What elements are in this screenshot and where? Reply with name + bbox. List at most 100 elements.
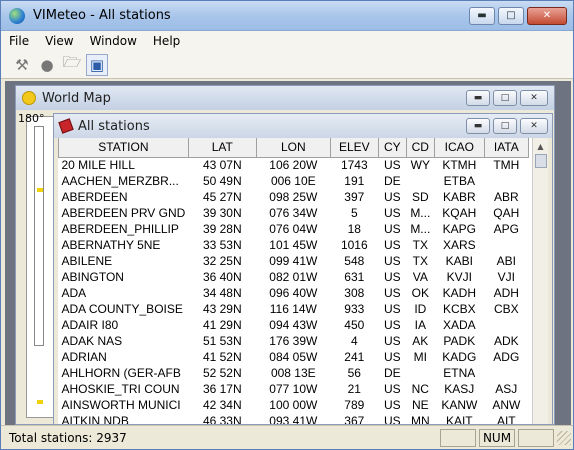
cell-station: ABERDEEN PRV GND bbox=[61, 206, 186, 220]
column-header-lon[interactable]: LON bbox=[255, 138, 331, 158]
cell-cy: US bbox=[383, 270, 401, 284]
table-row[interactable]: AHLHORN (GER-AFB 52 52N 008 13E 56 DE ETNA bbox=[59, 365, 529, 381]
map-search-icon[interactable]: ▣ bbox=[86, 53, 108, 76]
scroll-thumb[interactable] bbox=[535, 154, 547, 168]
column-header-cd[interactable]: CD bbox=[405, 138, 435, 158]
minimize-button[interactable]: ▬ bbox=[469, 6, 495, 25]
cell-lon: 093 41W bbox=[269, 414, 318, 424]
cell-cd: AK bbox=[412, 334, 429, 348]
column-header-icao[interactable]: ICAO bbox=[433, 138, 485, 158]
cell-elev: 4 bbox=[350, 334, 358, 348]
cell-cy: US bbox=[383, 334, 401, 348]
cell-station: ABINGTON bbox=[61, 270, 124, 284]
all-stations-window[interactable]: All stations ▬ □ ✕ STATION LAT LON ELEV CY CD… bbox=[53, 113, 553, 425]
cell-elev: 18 bbox=[347, 222, 361, 236]
table-row[interactable]: ABILENE 32 25N 099 41W 548 US TX KABI ABI bbox=[59, 253, 529, 269]
cell-lon: 100 00W bbox=[269, 398, 318, 412]
sun-icon bbox=[22, 91, 36, 105]
cell-cy: US bbox=[383, 190, 401, 204]
cell-icao: KVJI bbox=[446, 270, 472, 284]
table-row[interactable]: 20 MILE HILL 43 07N 106 20W 1743 US WY KTMH TMH bbox=[59, 157, 529, 173]
column-header-elev[interactable]: ELEV bbox=[329, 138, 379, 158]
cell-cd: TX bbox=[412, 238, 428, 252]
cell-lon: 116 14W bbox=[269, 302, 317, 316]
cell-iata: ADK bbox=[493, 334, 519, 348]
cell-elev: 548 bbox=[344, 254, 365, 268]
column-header-lat[interactable]: LAT bbox=[187, 138, 257, 158]
resize-grip[interactable] bbox=[557, 430, 571, 445]
table-row[interactable]: ABERNATHY 5NE 33 53N 101 45W 1016 US TX XARS bbox=[59, 237, 529, 253]
cell-lat: 36 40N bbox=[202, 270, 242, 284]
cell-station: ADAK NAS bbox=[61, 334, 123, 348]
status-bar: Total stations: 2937 NUM bbox=[1, 425, 573, 449]
scroll-up-icon[interactable]: ▲ bbox=[533, 138, 548, 154]
stations-close-button[interactable]: ✕ bbox=[520, 118, 548, 134]
table-row[interactable]: AITKIN NDB 46 33N 093 41W 367 US MN KAIT AIT bbox=[59, 413, 529, 424]
cell-lat: 45 27N bbox=[202, 190, 242, 204]
table-row[interactable]: ABERDEEN PRV GND 39 30N 076 34W 5 US M... KQAH… bbox=[59, 205, 529, 221]
title-bar: VIMeteo - All stations ▬ □ ✕ bbox=[1, 1, 573, 31]
cell-cd: MN bbox=[410, 414, 430, 424]
menu-window[interactable]: Window bbox=[90, 34, 137, 48]
wrench-icon[interactable]: ⚒ bbox=[11, 54, 33, 76]
stations-maximize-button[interactable]: □ bbox=[493, 118, 517, 134]
cell-cy: US bbox=[383, 222, 401, 236]
cell-cd: VA bbox=[412, 270, 428, 284]
folder-open-icon[interactable]: 🗁 bbox=[61, 53, 83, 76]
table-row[interactable]: ABERDEEN_PHILLIP 39 28N 076 04W 18 US M... KAP… bbox=[59, 221, 529, 237]
cell-lat: 42 34N bbox=[202, 398, 242, 412]
cell-icao: KADG bbox=[442, 350, 477, 364]
table-row[interactable]: ABERDEEN 45 27N 098 25W 397 US SD KABR ABR bbox=[59, 189, 529, 205]
table-row[interactable]: ADA 34 48N 096 40W 308 US OK KADH ADH bbox=[59, 285, 529, 301]
cell-iata: ADH bbox=[493, 286, 519, 300]
world-map-maximize-button[interactable]: □ bbox=[493, 90, 517, 106]
table-row[interactable]: ADA COUNTY_BOISE 43 29N 116 14W 933 US ID KCBX… bbox=[59, 301, 529, 317]
maximize-button[interactable]: □ bbox=[498, 6, 524, 25]
table-row[interactable]: ADAK NAS 51 53N 176 39W 4 US AK PADK ADK bbox=[59, 333, 529, 349]
cell-station: AITKIN NDB bbox=[61, 414, 129, 424]
cell-iata: ADG bbox=[493, 350, 520, 364]
menu-file[interactable]: File bbox=[9, 34, 29, 48]
table-row[interactable]: ABINGTON 36 40N 082 01W 631 US VA KVJI VJI bbox=[59, 269, 529, 285]
world-map-minimize-button[interactable]: ▬ bbox=[466, 90, 490, 106]
cell-elev: 450 bbox=[344, 318, 365, 332]
cell-lon: 077 10W bbox=[269, 382, 318, 396]
cell-iata bbox=[484, 237, 528, 253]
table-row[interactable]: AHOSKIE_TRI COUN 36 17N 077 10W 21 US NC KASJ A… bbox=[59, 381, 529, 397]
world-map-close-button[interactable]: ✕ bbox=[520, 90, 548, 106]
menu-help[interactable]: Help bbox=[153, 34, 180, 48]
bulb-icon[interactable]: ● bbox=[36, 54, 58, 76]
stations-title-bar: All stations ▬ □ ✕ bbox=[54, 114, 552, 138]
cell-elev: 1743 bbox=[340, 158, 368, 173]
cell-station: AHOSKIE_TRI COUN bbox=[61, 382, 180, 396]
cell-lat: 36 17N bbox=[202, 382, 242, 396]
cell-lon: 076 34W bbox=[269, 206, 318, 220]
map-marker bbox=[37, 188, 43, 192]
cell-iata bbox=[484, 173, 528, 189]
cell-cy: US bbox=[383, 158, 401, 173]
stations-minimize-button[interactable]: ▬ bbox=[466, 118, 490, 134]
close-button[interactable]: ✕ bbox=[527, 6, 567, 25]
cell-station: AACHEN_MERZBR... bbox=[61, 174, 179, 188]
table-row[interactable]: ADRIAN 41 52N 084 05W 241 US MI KADG ADG bbox=[59, 349, 529, 365]
menu-view[interactable]: View bbox=[45, 34, 73, 48]
table-row[interactable]: ADAIR I80 41 29N 094 43W 450 US IA XADA bbox=[59, 317, 529, 333]
stations-title: All stations bbox=[78, 118, 150, 134]
cell-cy: US bbox=[383, 318, 401, 332]
cell-lon: 099 41W bbox=[269, 254, 318, 268]
table-row[interactable]: AACHEN_MERZBR... 50 49N 006 10E 191 DE ETBA bbox=[59, 173, 529, 189]
cell-icao: KASJ bbox=[444, 382, 475, 396]
cell-elev: 241 bbox=[344, 350, 365, 364]
cell-lon: 082 01W bbox=[269, 270, 318, 284]
table-row[interactable]: AINSWORTH MUNICI 42 34N 100 00W 789 US NE KANW… bbox=[59, 397, 529, 413]
column-header-cy[interactable]: CY bbox=[377, 138, 407, 158]
table-header-row: STATION LAT LON ELEV CY CD ICAO IATA bbox=[58, 138, 529, 158]
cell-lon: 098 25W bbox=[269, 190, 318, 204]
column-header-station[interactable]: STATION bbox=[58, 138, 189, 158]
cell-station: ADA bbox=[61, 286, 87, 300]
cell-cy: US bbox=[383, 350, 401, 364]
stations-vertical-scrollbar[interactable]: ▲ bbox=[532, 138, 548, 424]
cell-station: ABILENE bbox=[61, 254, 113, 268]
column-header-iata[interactable]: IATA bbox=[483, 138, 529, 158]
cell-cd: ID bbox=[414, 302, 427, 316]
